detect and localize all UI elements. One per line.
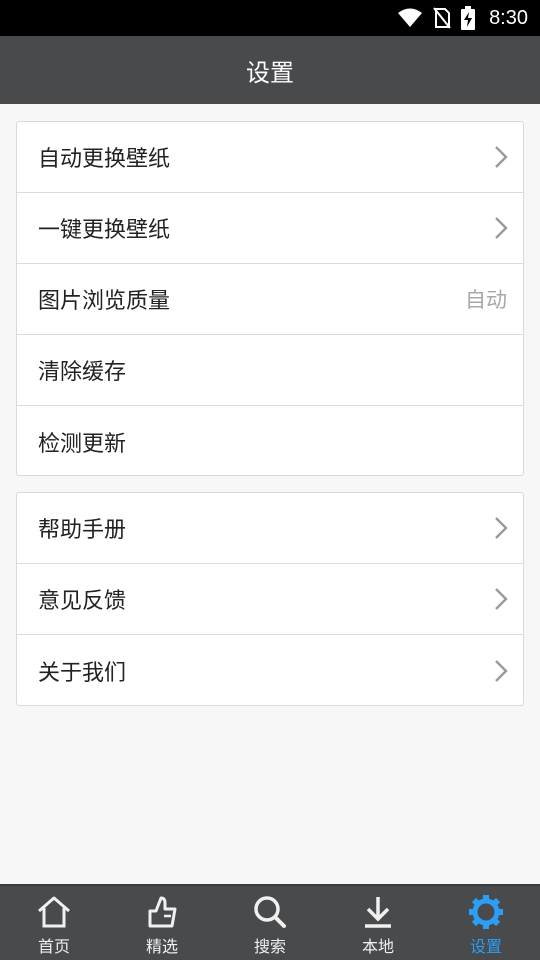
setting-image-quality[interactable]: 图片浏览质量 自动 bbox=[17, 264, 523, 335]
setting-label: 清除缓存 bbox=[38, 360, 127, 385]
nav-local[interactable]: 本地 bbox=[324, 886, 432, 960]
setting-label: 意见反馈 bbox=[38, 589, 127, 614]
nav-search[interactable]: 搜索 bbox=[216, 886, 324, 960]
wifi-icon bbox=[397, 8, 423, 28]
setting-value: 自动 bbox=[465, 288, 507, 312]
setting-label: 一键更换壁纸 bbox=[38, 218, 171, 243]
chevron-right-icon bbox=[495, 517, 508, 539]
nav-settings[interactable]: 设置 bbox=[432, 886, 540, 960]
search-icon bbox=[254, 896, 286, 928]
setting-clear-cache[interactable]: 清除缓存 bbox=[17, 335, 523, 406]
setting-label: 关于我们 bbox=[38, 660, 127, 686]
status-bar: 8:30 bbox=[0, 0, 540, 36]
setting-one-click-wallpaper[interactable]: 一键更换壁纸 bbox=[17, 193, 523, 264]
setting-label: 图片浏览质量 bbox=[38, 289, 171, 314]
nav-featured[interactable]: 精选 bbox=[108, 886, 216, 960]
thumb-up-icon bbox=[148, 896, 177, 928]
settings-group-about: 帮助手册 意见反馈 关于我们 bbox=[16, 492, 524, 706]
settings-group-general: 自动更换壁纸 一键更换壁纸 图片浏览质量 自动 清除缓存 检测更新 bbox=[16, 121, 524, 476]
no-sim-icon bbox=[433, 7, 451, 29]
nav-label: 搜索 bbox=[253, 937, 286, 956]
nav-label: 首页 bbox=[37, 937, 70, 956]
setting-check-update[interactable]: 检测更新 bbox=[17, 406, 523, 477]
chevron-right-icon bbox=[495, 146, 508, 168]
setting-label: 帮助手册 bbox=[38, 518, 127, 543]
nav-label: 精选 bbox=[145, 937, 178, 956]
nav-label: 本地 bbox=[361, 937, 394, 956]
setting-label: 自动更换壁纸 bbox=[38, 147, 171, 172]
setting-feedback[interactable]: 意见反馈 bbox=[17, 564, 523, 635]
nav-home[interactable]: 首页 bbox=[0, 886, 108, 960]
download-icon bbox=[365, 897, 391, 928]
title-bar: 设置 bbox=[0, 36, 540, 104]
chevron-right-icon bbox=[495, 217, 508, 239]
chevron-right-icon bbox=[495, 588, 508, 610]
chevron-right-icon bbox=[495, 659, 508, 682]
nav-label: 设置 bbox=[469, 937, 502, 956]
setting-about-us[interactable]: 关于我们 bbox=[17, 635, 523, 706]
bottom-nav: 首页 精选 搜索 本地 设置 bbox=[0, 884, 540, 960]
setting-auto-wallpaper[interactable]: 自动更换壁纸 bbox=[17, 122, 523, 193]
setting-help-manual[interactable]: 帮助手册 bbox=[17, 493, 523, 564]
home-icon bbox=[38, 896, 70, 928]
page-title: 设置 bbox=[246, 58, 294, 87]
status-time: 8:30 bbox=[489, 6, 528, 29]
gear-icon bbox=[469, 895, 503, 929]
battery-charging-icon bbox=[461, 6, 476, 30]
setting-label: 检测更新 bbox=[38, 431, 127, 457]
